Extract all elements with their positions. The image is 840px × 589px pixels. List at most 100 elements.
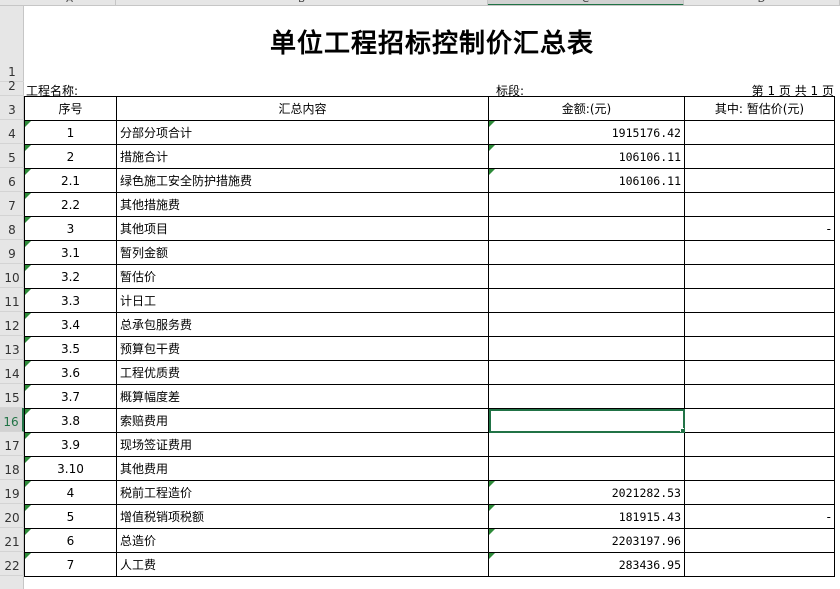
seq-cell[interactable]: 3.7 (24, 384, 117, 409)
seq-cell[interactable]: 5 (24, 504, 117, 529)
content-cell[interactable]: 预算包干费 (116, 336, 489, 361)
seq-cell[interactable]: 3.1 (24, 240, 117, 265)
seq-cell[interactable]: 2.2 (24, 192, 117, 217)
row-number[interactable]: 3 (0, 96, 24, 120)
row-number[interactable]: 11 (0, 288, 24, 312)
header-amount[interactable]: 金额:(元) (488, 96, 685, 121)
row-number[interactable]: 21 (0, 528, 24, 552)
active-cell[interactable] (488, 408, 685, 433)
seq-cell[interactable]: 3.3 (24, 288, 117, 313)
row-number[interactable]: 1 (0, 6, 24, 82)
amount-cell[interactable] (488, 360, 685, 385)
seq-cell[interactable]: 4 (24, 480, 117, 505)
row-number[interactable]: 17 (0, 432, 24, 456)
seq-cell[interactable]: 3.10 (24, 456, 117, 481)
seq-cell[interactable]: 2.1 (24, 168, 117, 193)
seq-cell[interactable]: 6 (24, 528, 117, 553)
seq-cell[interactable]: 3 (24, 216, 117, 241)
estimate-cell[interactable] (684, 480, 835, 505)
seq-cell[interactable]: 3.5 (24, 336, 117, 361)
estimate-cell[interactable] (684, 312, 835, 337)
estimate-cell[interactable] (684, 528, 835, 553)
amount-cell[interactable] (488, 192, 685, 217)
estimate-cell[interactable] (684, 432, 835, 457)
amount-cell[interactable] (488, 456, 685, 481)
amount-cell[interactable]: 283436.95 (488, 552, 685, 577)
content-cell[interactable]: 其他措施费 (116, 192, 489, 217)
estimate-cell[interactable] (684, 456, 835, 481)
amount-cell[interactable] (488, 336, 685, 361)
amount-cell[interactable]: 2203197.96 (488, 528, 685, 553)
header-seq[interactable]: 序号 (24, 96, 117, 121)
estimate-cell[interactable] (684, 240, 835, 265)
seq-cell[interactable]: 3.6 (24, 360, 117, 385)
row-number[interactable]: 14 (0, 360, 24, 384)
row-number[interactable]: 19 (0, 480, 24, 504)
row-number[interactable]: 4 (0, 120, 24, 144)
amount-cell[interactable]: 106106.11 (488, 144, 685, 169)
estimate-cell[interactable] (684, 288, 835, 313)
content-cell[interactable]: 人工费 (116, 552, 489, 577)
content-cell[interactable]: 措施合计 (116, 144, 489, 169)
estimate-cell[interactable] (684, 144, 835, 169)
seq-cell[interactable]: 3.2 (24, 264, 117, 289)
row-number[interactable]: 2 (0, 79, 24, 96)
content-cell[interactable]: 概算幅度差 (116, 384, 489, 409)
header-content[interactable]: 汇总内容 (116, 96, 489, 121)
content-cell[interactable]: 总承包服务费 (116, 312, 489, 337)
amount-cell[interactable]: 181915.43 (488, 504, 685, 529)
row-number[interactable]: 10 (0, 264, 24, 288)
row-number[interactable]: 20 (0, 504, 24, 528)
content-cell[interactable]: 索赔费用 (116, 408, 489, 433)
content-cell[interactable]: 计日工 (116, 288, 489, 313)
row-number[interactable]: 7 (0, 192, 24, 216)
content-cell[interactable]: 暂列金额 (116, 240, 489, 265)
row-number[interactable]: 12 (0, 312, 24, 336)
content-cell[interactable]: 暂估价 (116, 264, 489, 289)
seq-cell[interactable]: 2 (24, 144, 117, 169)
amount-cell[interactable]: 106106.11 (488, 168, 685, 193)
estimate-cell[interactable] (684, 360, 835, 385)
content-cell[interactable]: 绿色施工安全防护措施费 (116, 168, 489, 193)
amount-cell[interactable] (488, 216, 685, 241)
row-number[interactable]: 15 (0, 384, 24, 408)
estimate-cell[interactable] (684, 408, 835, 433)
amount-cell[interactable]: 2021282.53 (488, 480, 685, 505)
content-cell[interactable]: 分部分项合计 (116, 120, 489, 145)
estimate-cell[interactable] (684, 168, 835, 193)
seq-cell[interactable]: 7 (24, 552, 117, 577)
amount-cell[interactable]: 1915176.42 (488, 120, 685, 145)
amount-cell[interactable] (488, 240, 685, 265)
estimate-cell[interactable]: - (684, 216, 835, 241)
content-cell[interactable]: 总造价 (116, 528, 489, 553)
amount-cell[interactable] (488, 432, 685, 457)
content-cell[interactable]: 工程优质费 (116, 360, 489, 385)
content-cell[interactable]: 其他费用 (116, 456, 489, 481)
header-estimate[interactable]: 其中: 暂估价(元) (684, 96, 835, 121)
seq-cell[interactable]: 3.8 (24, 408, 117, 433)
content-cell[interactable]: 现场签证费用 (116, 432, 489, 457)
estimate-cell[interactable]: - (684, 504, 835, 529)
estimate-cell[interactable] (684, 384, 835, 409)
row-number[interactable]: 9 (0, 240, 24, 264)
amount-cell[interactable] (488, 384, 685, 409)
row-number[interactable]: 6 (0, 168, 24, 192)
estimate-cell[interactable] (684, 120, 835, 145)
seq-cell[interactable]: 1 (24, 120, 117, 145)
estimate-cell[interactable] (684, 192, 835, 217)
row-number[interactable]: 5 (0, 144, 24, 168)
amount-cell[interactable] (488, 264, 685, 289)
content-cell[interactable]: 增值税销项税额 (116, 504, 489, 529)
content-cell[interactable]: 税前工程造价 (116, 480, 489, 505)
row-number[interactable]: 18 (0, 456, 24, 480)
estimate-cell[interactable] (684, 552, 835, 577)
estimate-cell[interactable] (684, 264, 835, 289)
row-number[interactable]: 22 (0, 552, 24, 576)
row-number[interactable]: 8 (0, 216, 24, 240)
seq-cell[interactable]: 3.4 (24, 312, 117, 337)
seq-cell[interactable]: 3.9 (24, 432, 117, 457)
amount-cell[interactable] (488, 288, 685, 313)
row-number[interactable]: 16 (0, 408, 24, 432)
sheet-title[interactable]: 单位工程招标控制价汇总表 (24, 6, 840, 76)
estimate-cell[interactable] (684, 336, 835, 361)
